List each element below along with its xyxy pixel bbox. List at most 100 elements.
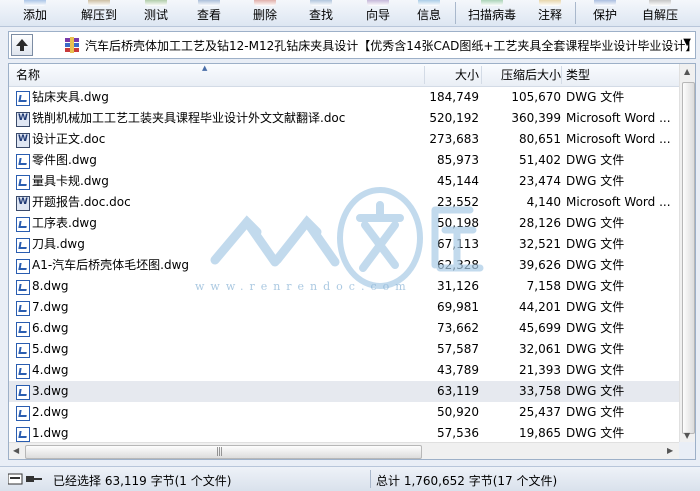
dwg-file-icon [16,427,30,442]
file-row[interactable]: 量具卡规.dwg 45,144 23,474 DWG 文件 [9,171,679,192]
file-row[interactable]: 7.dwg 69,981 44,201 DWG 文件 [9,297,679,318]
file-packed-size: 45,699 [519,321,561,335]
status-bar: 已经选择 63,119 字节(1 个文件) 总计 1,760,652 字节(17… [0,466,700,491]
dwg-file-icon [16,217,30,232]
dwg-file-icon [16,280,30,295]
toolbar-button-label: 添加 [22,8,47,22]
file-type: DWG 文件 [566,300,625,314]
file-row[interactable]: 开题报告.doc.doc 23,552 4,140 Microsoft Word ..… [9,192,679,213]
file-name: 设计正文.doc [32,132,106,146]
file-row[interactable]: 零件图.dwg 85,973 51,402 DWG 文件 [9,150,679,171]
toolbar-button-3[interactable]: 查看 [186,0,232,26]
file-packed-size: 23,474 [519,174,561,188]
file-size: 45,144 [437,174,479,188]
file-type: Microsoft Word ... [566,195,671,209]
file-name: 1.dwg [32,426,69,440]
scroll-down-icon[interactable]: ▼ [684,431,690,440]
file-size: 63,119 [437,384,479,398]
file-type: DWG 文件 [566,237,625,251]
word-file-icon [16,108,30,127]
up-folder-button[interactable] [11,34,33,56]
toolbar-button-label: 向导 [365,8,390,22]
toolbar-button-0[interactable]: 添加 [12,0,58,26]
watermark-url: www.renrendoc.com [195,280,412,293]
column-packed[interactable]: 压缩后大小 [501,64,561,86]
file-row[interactable]: 2.dwg 50,920 25,437 DWG 文件 [9,402,679,423]
horizontal-scroll-thumb[interactable]: ||| [25,445,422,459]
scroll-up-icon[interactable]: ▲ [684,67,690,76]
file-name: 量具卡规.dwg [32,174,109,188]
toolbar-button-11[interactable]: 自解压 [632,0,688,26]
file-type: DWG 文件 [566,363,625,377]
file-packed-size: 4,140 [526,195,561,209]
dwg-file-icon [16,301,30,316]
file-row[interactable]: 刀具.dwg 67,113 32,521 DWG 文件 [9,234,679,255]
toolbar-button-9[interactable]: 注释 [527,0,573,26]
file-size: 184,749 [429,90,479,104]
vertical-scrollbar[interactable]: ▲ ▼ [679,64,695,442]
file-name: 3.dwg [32,384,69,398]
file-row[interactable]: 5.dwg 57,587 32,061 DWG 文件 [9,339,679,360]
file-packed-size: 19,865 [519,426,561,440]
file-packed-size: 7,158 [526,279,561,293]
column-name[interactable]: 名称 [16,64,40,86]
file-packed-size: 21,393 [519,363,561,377]
column-header: 名称 ▲ 大小 压缩后大小 类型 [9,64,679,87]
file-name: 零件图.dwg [32,153,97,167]
column-size[interactable]: 大小 [455,64,479,86]
file-name: 6.dwg [32,321,69,335]
archive-path[interactable]: 汽车后桥壳体加工工艺及钻12-M12孔钻床夹具设计【优秀含14张CAD图纸+工艺… [85,37,697,54]
file-size: 273,683 [429,132,479,146]
file-type: DWG 文件 [566,321,625,335]
file-row[interactable]: A1-汽车后桥壳体毛坯图.dwg 62,328 39,626 DWG 文件 [9,255,679,276]
file-type: DWG 文件 [566,258,625,272]
file-row[interactable]: 6.dwg 73,662 45,699 DWG 文件 [9,318,679,339]
file-row[interactable]: 工序表.dwg 50,198 28,126 DWG 文件 [9,213,679,234]
toolbar-button-6[interactable]: 向导 [355,0,401,26]
dwg-file-icon [16,175,30,190]
toolbar-button-2[interactable]: 测试 [133,0,179,26]
file-name: 8.dwg [32,279,69,293]
file-type: DWG 文件 [566,405,625,419]
file-row[interactable]: 4.dwg 43,789 21,393 DWG 文件 [9,360,679,381]
file-packed-size: 33,758 [519,384,561,398]
file-type: DWG 文件 [566,279,625,293]
toolbar-button-8[interactable]: 扫描病毒 [458,0,526,26]
toolbar-button-5[interactable]: 查找 [298,0,344,26]
file-type: Microsoft Word ... [566,111,671,125]
toolbar-button-10[interactable]: 保护 [582,0,628,26]
file-name: A1-汽车后桥壳体毛坯图.dwg [32,258,190,272]
file-packed-size: 28,126 [519,216,561,230]
file-row[interactable]: 设计正文.doc 273,683 80,651 Microsoft Word ... [9,129,679,150]
file-packed-size: 80,651 [519,132,561,146]
dwg-file-icon [16,343,30,358]
file-row[interactable]: 3.dwg 63,119 33,758 DWG 文件 [9,381,679,402]
horizontal-scrollbar[interactable]: ◀ ||| ▶ [9,442,679,459]
dwg-file-icon [16,259,30,274]
toolbar-button-label: 删除 [252,8,277,22]
file-row[interactable]: 1.dwg 57,536 19,865 DWG 文件 [9,423,679,444]
chevron-down-icon[interactable]: ▼ [683,37,691,48]
dwg-file-icon [16,154,30,169]
file-name: 5.dwg [32,342,69,356]
dwg-file-icon [16,322,30,337]
toolbar-button-label: 信息 [416,8,441,22]
scroll-left-icon[interactable]: ◀ [13,446,19,455]
toolbar-button-7[interactable]: 信息 [406,0,452,26]
toolbar-button-4[interactable]: 删除 [242,0,288,26]
file-type: DWG 文件 [566,384,625,398]
dwg-file-icon [16,91,30,106]
toolbar-button-1[interactable]: 解压到 [68,0,130,26]
file-list[interactable]: 名称 ▲ 大小 压缩后大小 类型 钻床夹具.dwg 184,749 105,670 D… [8,63,696,460]
vertical-scroll-thumb[interactable] [682,82,695,434]
file-row[interactable]: 铣削机械加工工艺工装夹具课程毕业设计外文文献翻译.doc 520,192 360,3… [9,108,679,129]
column-type[interactable]: 类型 [566,64,590,86]
file-size: 43,789 [437,363,479,377]
file-size: 520,192 [429,111,479,125]
file-packed-size: 32,061 [519,342,561,356]
file-row[interactable]: 钻床夹具.dwg 184,749 105,670 DWG 文件 [9,87,679,108]
scroll-right-icon[interactable]: ▶ [667,446,673,455]
file-packed-size: 105,670 [511,90,561,104]
file-packed-size: 360,399 [511,111,561,125]
file-name: 刀具.dwg [32,237,85,251]
